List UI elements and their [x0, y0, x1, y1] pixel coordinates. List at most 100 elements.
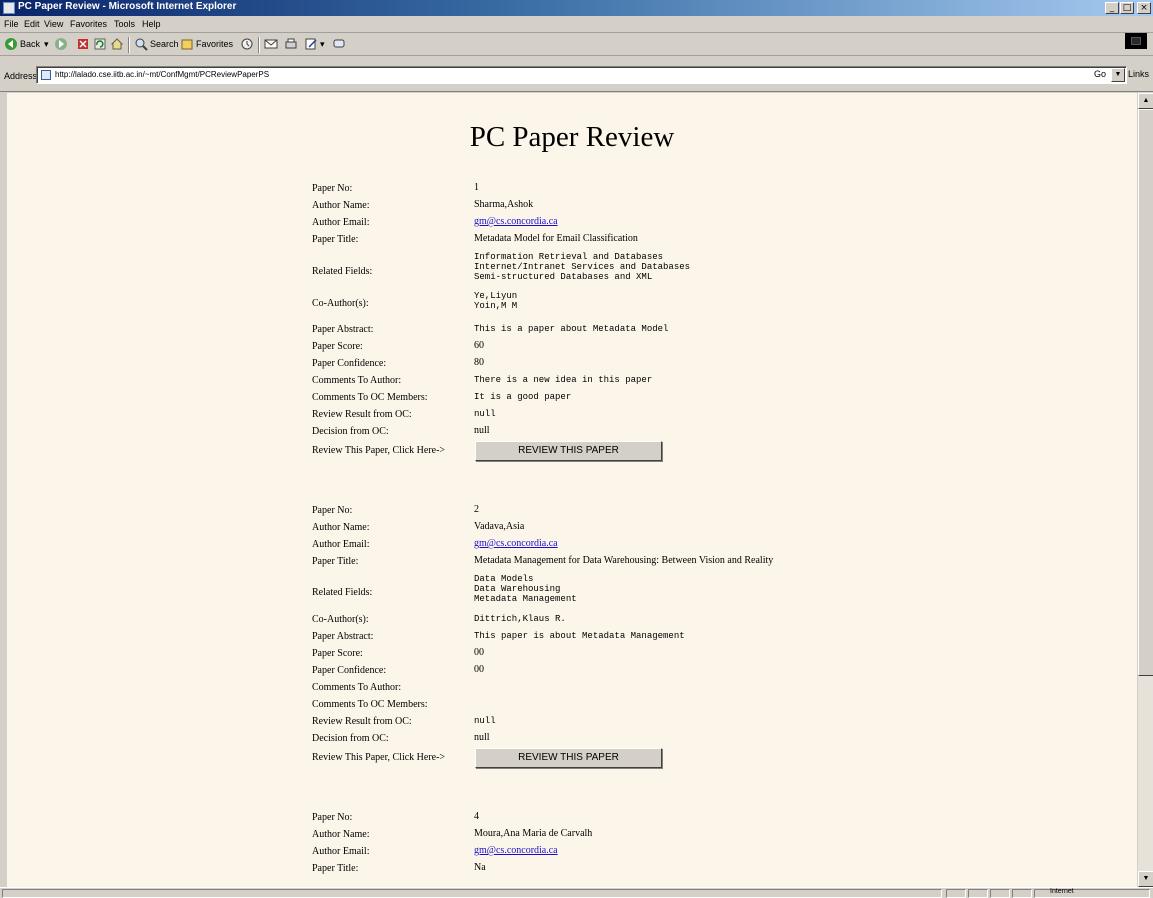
author-email-link[interactable]: gm@cs.concordia.ca [474, 846, 558, 856]
ie-page-icon [3, 2, 15, 14]
related-fields-label: Related Fields: [312, 266, 373, 277]
author-name-value: Moura,Ana Maria de Carvalh [474, 828, 593, 839]
comments-pc-label: Comments To OC Members: [312, 392, 428, 403]
discuss-icon[interactable] [332, 37, 346, 51]
stop-icon[interactable] [76, 37, 90, 51]
paper-abstract-value: This is a paper about Metadata Model [474, 324, 669, 334]
paper-abstract-label: Paper Abstract: [312, 324, 374, 335]
go-button[interactable]: Go [1094, 69, 1106, 79]
menu-help[interactable]: Help [142, 19, 161, 29]
author-name-label: Author Name: [312, 522, 370, 533]
author-email-label: Author Email: [312, 539, 370, 550]
maximize-button[interactable]: □ [1120, 2, 1134, 14]
review-this-paper-button[interactable]: REVIEW THIS PAPER [475, 441, 662, 461]
toolbar-separator [258, 37, 260, 53]
favorites-button-label[interactable]: Favorites [196, 39, 233, 49]
edit-dropdown-icon[interactable]: ▾ [320, 39, 325, 50]
page-content: PC Paper Review Paper No: 1 Author Name:… [7, 93, 1137, 887]
paper-no-value: 4 [474, 811, 479, 822]
print-icon[interactable] [284, 37, 298, 51]
page-title: PC Paper Review [469, 121, 675, 153]
status-panel [946, 889, 966, 898]
comments-author-value: There is a new idea in this paper [474, 375, 653, 385]
scrollbar-thumb[interactable] [1138, 109, 1153, 676]
status-panel [968, 889, 988, 898]
author-name-value: Vadava,Asia [474, 521, 525, 532]
related-fields-label: Related Fields: [312, 587, 373, 598]
browser-window: PC Paper Review - Microsoft Internet Exp… [0, 0, 1153, 898]
forward-icon[interactable] [54, 37, 68, 51]
menu-view[interactable]: View [44, 19, 63, 29]
author-name-label: Author Name: [312, 200, 370, 211]
mail-icon[interactable] [264, 37, 278, 51]
address-dropdown-icon[interactable]: ▼ [1111, 68, 1125, 82]
author-email-link[interactable]: gm@cs.concordia.ca [474, 217, 558, 227]
paper-no-label: Paper No: [312, 505, 353, 516]
review-prompt-label: Review This Paper, Click Here-> [312, 445, 446, 456]
review-result-value: null [474, 716, 496, 726]
paper-title-label: Paper Title: [312, 556, 359, 567]
paper-confidence-label: Paper Confidence: [312, 358, 387, 369]
home-icon[interactable] [110, 37, 124, 51]
menu-file[interactable]: File [4, 19, 19, 29]
paper-score-label: Paper Score: [312, 341, 363, 352]
toolbar-separator [128, 37, 130, 53]
edit-icon[interactable] [304, 37, 318, 51]
paper-no-label: Paper No: [312, 183, 353, 194]
author-email-link[interactable]: gm@cs.concordia.ca [474, 539, 558, 549]
paper-confidence-value: 80 [474, 357, 484, 368]
author-email-label: Author Email: [312, 846, 370, 857]
review-prompt-label: Review This Paper, Click Here-> [312, 752, 446, 763]
back-dropdown-icon[interactable]: ▾ [44, 39, 49, 50]
refresh-icon[interactable] [93, 37, 107, 51]
menu-tools[interactable]: Tools [114, 19, 135, 29]
co-authors-label: Co-Author(s): [312, 614, 369, 625]
comments-pc-label: Comments To OC Members: [312, 699, 428, 710]
paper-title-value: Metadata Model for Email Classification [474, 233, 638, 244]
co-author-item: Dittrich,Klaus R. [474, 614, 566, 624]
review-result-label: Review Result from OC: [312, 409, 412, 420]
paper-confidence-label: Paper Confidence: [312, 665, 387, 676]
menu-bar: File Edit View Favorites Tools Help [0, 16, 1153, 49]
paper-confidence-value: 00 [474, 664, 484, 675]
back-icon[interactable] [4, 37, 18, 51]
close-button[interactable]: × [1137, 2, 1151, 14]
status-text-panel [2, 889, 942, 898]
paper-abstract-value: This paper is about Metadata Management [474, 631, 685, 641]
review-result-label: Review Result from OC: [312, 716, 412, 727]
minimize-button[interactable]: _ [1105, 2, 1119, 14]
paper-title-label: Paper Title: [312, 234, 359, 245]
address-label: Address [4, 71, 38, 81]
paper-score-value: 60 [474, 340, 484, 351]
internet-zone-label: Internet [1050, 888, 1074, 895]
paper-title-value: Na [474, 862, 486, 873]
comments-author-label: Comments To Author: [312, 682, 402, 693]
vertical-scrollbar[interactable]: ▲ ▼ [1137, 93, 1153, 887]
window-title: PC Paper Review - Microsoft Internet Exp… [18, 1, 237, 12]
decision-value: null [474, 425, 490, 436]
menu-edit[interactable]: Edit [24, 19, 40, 29]
address-url[interactable]: http://lalado.cse.iitb.ac.in/~mt/ConfMgm… [55, 70, 269, 79]
favorites-icon[interactable] [180, 37, 194, 51]
page-icon [41, 70, 51, 80]
search-icon[interactable] [134, 37, 148, 51]
paper-title-label: Paper Title: [312, 863, 359, 874]
history-icon[interactable] [240, 37, 254, 51]
back-button-label[interactable]: Back [20, 39, 40, 49]
scroll-up-icon[interactable]: ▲ [1138, 93, 1153, 109]
status-panel [1012, 889, 1032, 898]
review-this-paper-button[interactable]: REVIEW THIS PAPER [475, 748, 662, 768]
review-result-value: null [474, 409, 496, 419]
paper-no-value: 1 [474, 182, 479, 193]
address-input[interactable]: http://lalado.cse.iitb.ac.in/~mt/ConfMgm… [36, 66, 1127, 84]
author-name-label: Author Name: [312, 829, 370, 840]
comments-pc-value: It is a good paper [474, 392, 572, 402]
author-name-value: Sharma,Ashok [474, 199, 534, 210]
scroll-down-icon[interactable]: ▼ [1138, 871, 1153, 887]
comments-author-label: Comments To Author: [312, 375, 402, 386]
search-button-label[interactable]: Search [150, 39, 179, 49]
decision-label: Decision from OC: [312, 426, 389, 437]
links-button[interactable]: Links [1128, 69, 1149, 79]
author-email-label: Author Email: [312, 217, 370, 228]
menu-favorites[interactable]: Favorites [70, 19, 107, 29]
